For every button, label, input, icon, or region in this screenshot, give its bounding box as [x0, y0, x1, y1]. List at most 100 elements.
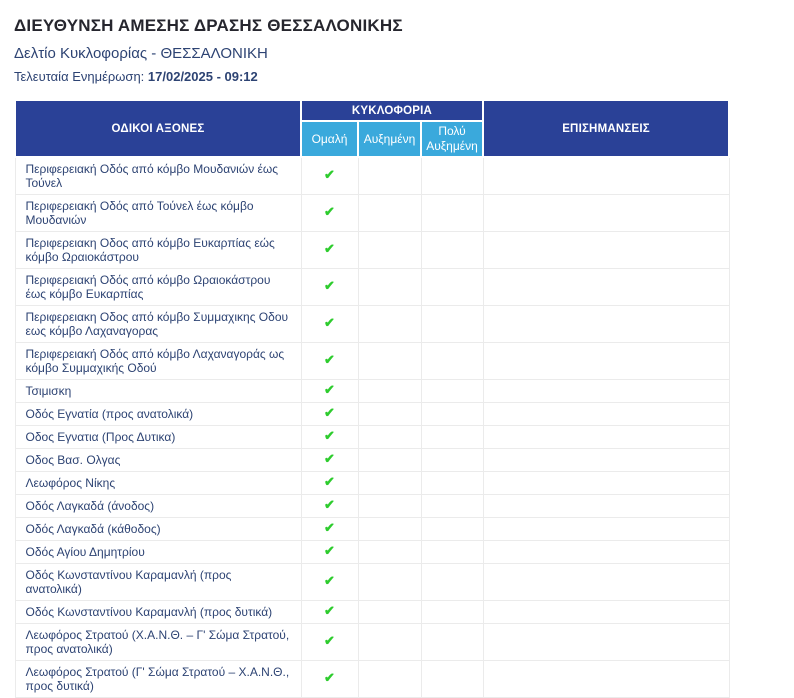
table-row: Οδός Κωνσταντίνου Καραμανλή (προς ανατολ…: [14, 563, 730, 601]
check-icon: ✔: [324, 382, 335, 397]
road-name-cell: Περιφερειακή Οδός από κόμβο Ωραιοκάστρου…: [14, 268, 302, 306]
notes-cell: [482, 517, 730, 541]
status-very-increased-cell: [420, 517, 484, 541]
status-increased-cell: [357, 425, 422, 449]
traffic-report-page: ΔΙΕΥΘΥΝΣΗ ΑΜΕΣΗΣ ΔΡΑΣΗΣ ΘΕΣΣΑΛΟΝΙΚΗΣ Δελ…: [0, 0, 794, 698]
notes-cell: [482, 563, 730, 601]
notes-cell: [482, 494, 730, 518]
road-name-cell: Περιφερειακη Οδος από κόμβο Ευκαρπίας εώ…: [14, 231, 302, 269]
road-name-cell: Οδός Κωνσταντίνου Καραμανλή (προς δυτικά…: [14, 600, 302, 624]
road-name-cell: Περιφερειακή Οδός από κόμβο Μουδανιών έω…: [14, 156, 302, 195]
road-name-cell: Οδος Εγνατια (Προς Δυτικα): [14, 425, 302, 449]
status-increased-cell: [357, 471, 422, 495]
check-icon: ✔: [324, 167, 335, 182]
status-normal-cell: ✔: [300, 342, 359, 380]
page-subtitle: Δελτίο Κυκλοφορίας - ΘΕΣΣΑΛΟΝΙΚΗ: [14, 45, 268, 62]
check-icon: ✔: [324, 520, 335, 535]
notes-cell: [482, 471, 730, 495]
status-increased-cell: [357, 517, 422, 541]
last-update-value: 17/02/2025 - 09:12: [147, 69, 258, 84]
table-row: Οδος Εγνατια (Προς Δυτικα) ✔: [14, 425, 730, 449]
table-row: Οδός Κωνσταντίνου Καραμανλή (προς δυτικά…: [14, 600, 730, 624]
road-name-cell: Λεωφόρος Νίκης: [14, 471, 302, 495]
check-icon: ✔: [324, 352, 335, 367]
road-name-cell: Οδός Αγίου Δημητρίου: [14, 540, 302, 564]
status-increased-cell: [357, 600, 422, 624]
table-row: Τσιμισκη ✔: [14, 379, 730, 403]
column-header-traffic: ΚΥΚΛΟΦΟΡΙΑ: [299, 99, 485, 122]
status-normal-cell: ✔: [300, 156, 359, 195]
column-header-notes: ΕΠΙΣΗΜΑΝΣΕΙΣ: [482, 99, 731, 158]
status-increased-cell: [357, 305, 422, 343]
notes-cell: [482, 194, 730, 232]
road-name-cell: Οδός Λαγκαδά (κάθοδος): [14, 517, 302, 541]
check-icon: ✔: [324, 670, 335, 685]
status-increased-cell: [357, 660, 422, 698]
column-header-increased: Αυξημένη: [357, 120, 422, 158]
status-normal-cell: ✔: [300, 563, 359, 601]
status-increased-cell: [357, 268, 422, 306]
notes-cell: [482, 342, 730, 380]
road-name-cell: Λεωφόρος Στρατού (Γ' Σώμα Στρατού – Χ.Α.…: [14, 660, 302, 698]
status-very-increased-cell: [420, 540, 484, 564]
header-row-top: ΟΔΙΚΟΙ ΑΞΟΝΕΣ ΚΥΚΛΟΦΟΡΙΑ ΕΠΙΣΗΜΑΝΣΕΙΣ: [14, 99, 731, 158]
status-normal-cell: ✔: [300, 660, 359, 698]
status-very-increased-cell: [420, 563, 484, 601]
status-normal-cell: ✔: [300, 379, 359, 403]
status-normal-cell: ✔: [300, 471, 359, 495]
status-very-increased-cell: [420, 342, 484, 380]
check-icon: ✔: [324, 428, 335, 443]
status-normal-cell: ✔: [300, 448, 359, 472]
status-very-increased-cell: [420, 231, 484, 269]
status-normal-cell: ✔: [300, 600, 359, 624]
check-icon: ✔: [324, 278, 335, 293]
status-very-increased-cell: [420, 448, 484, 472]
table-row: Οδός Λαγκαδά (άνοδος) ✔: [14, 494, 730, 518]
table-row: Περιφερειακή Οδός από Τούνελ έως κόμβο Μ…: [14, 194, 730, 232]
status-increased-cell: [357, 194, 422, 232]
column-header-normal: Ομαλή: [300, 120, 359, 158]
table-row: Λεωφόρος Στρατού (Γ' Σώμα Στρατού – Χ.Α.…: [14, 660, 730, 698]
table-row: Οδός Λαγκαδά (κάθοδος) ✔: [14, 517, 730, 541]
status-normal-cell: ✔: [300, 402, 359, 426]
table-row: Περιφερειακή Οδός από κόμβο Λαχαναγοράς …: [14, 342, 730, 380]
status-normal-cell: ✔: [300, 623, 359, 661]
page-title: ΔΙΕΥΘΥΝΣΗ ΑΜΕΣΗΣ ΔΡΑΣΗΣ ΘΕΣΣΑΛΟΝΙΚΗΣ: [14, 16, 403, 35]
table-row: Οδός Εγνατία (προς ανατολικά) ✔: [14, 402, 730, 426]
notes-cell: [482, 600, 730, 624]
notes-cell: [482, 156, 730, 195]
check-icon: ✔: [324, 474, 335, 489]
traffic-table: ΟΔΙΚΟΙ ΑΞΟΝΕΣ ΚΥΚΛΟΦΟΡΙΑ ΕΠΙΣΗΜΑΝΣΕΙΣ Ομ…: [14, 99, 731, 698]
table-row: Λεωφόρος Νίκης ✔: [14, 471, 730, 495]
status-very-increased-cell: [420, 156, 484, 195]
road-name-cell: Οδος Βασ. Ολγας: [14, 448, 302, 472]
status-increased-cell: [357, 402, 422, 426]
status-very-increased-cell: [420, 623, 484, 661]
check-icon: ✔: [324, 451, 335, 466]
check-icon: ✔: [324, 315, 335, 330]
status-increased-cell: [357, 623, 422, 661]
road-name-cell: Οδός Εγνατία (προς ανατολικά): [14, 402, 302, 426]
notes-cell: [482, 540, 730, 564]
road-name-cell: Περιφερειακη Οδος από κόμβο Συμμαχικης Ο…: [14, 305, 302, 343]
last-update-label: Τελευταία Ενημέρωση:: [14, 69, 148, 84]
status-normal-cell: ✔: [300, 494, 359, 518]
road-name-cell: Περιφερειακή Οδός από Τούνελ έως κόμβο Μ…: [14, 194, 302, 232]
status-very-increased-cell: [420, 305, 484, 343]
status-normal-cell: ✔: [300, 231, 359, 269]
status-increased-cell: [357, 231, 422, 269]
road-name-cell: Λεωφόρος Στρατού (Χ.Α.Ν.Θ. – Γ' Σώμα Στρ…: [14, 623, 302, 661]
notes-cell: [482, 660, 730, 698]
road-name-cell: Τσιμισκη: [14, 379, 302, 403]
status-very-increased-cell: [420, 268, 484, 306]
notes-cell: [482, 448, 730, 472]
status-very-increased-cell: [420, 494, 484, 518]
notes-cell: [482, 623, 730, 661]
notes-cell: [482, 268, 730, 306]
status-normal-cell: ✔: [300, 517, 359, 541]
check-icon: ✔: [324, 497, 335, 512]
column-header-roads: ΟΔΙΚΟΙ ΑΞΟΝΕΣ: [14, 99, 302, 158]
table-row: Περιφερειακή Οδός από κόμβο Μουδανιών έω…: [14, 156, 730, 195]
status-normal-cell: ✔: [300, 540, 359, 564]
check-icon: ✔: [324, 573, 335, 588]
